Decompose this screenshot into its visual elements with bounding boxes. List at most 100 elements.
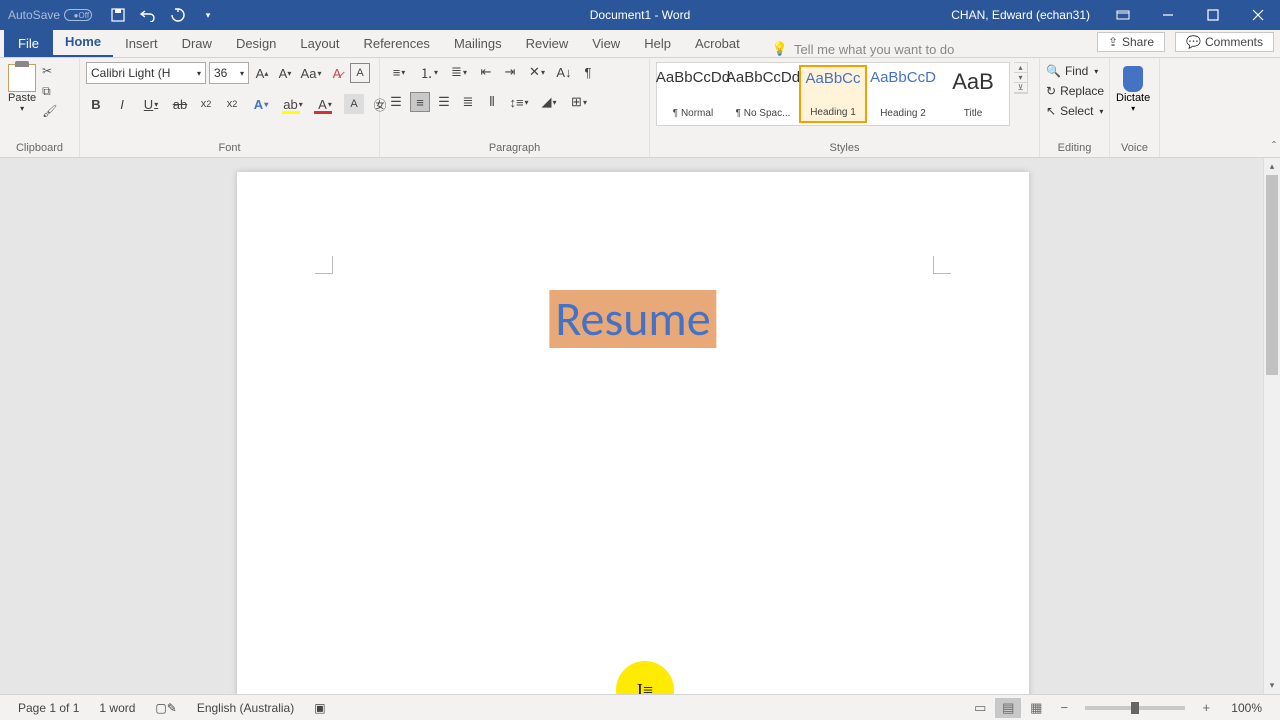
- collapse-ribbon-icon[interactable]: ˆ: [1272, 139, 1276, 153]
- scroll-thumb[interactable]: [1266, 175, 1278, 375]
- tab-acrobat[interactable]: Acrobat: [683, 31, 752, 57]
- tab-file[interactable]: File: [4, 30, 53, 57]
- styles-up-icon[interactable]: ▴: [1014, 63, 1027, 73]
- highlight-color-button[interactable]: ab▾: [280, 94, 306, 114]
- status-bar: Page 1 of 1 1 word ▢✎ English (Australia…: [0, 694, 1280, 720]
- asian-layout-button[interactable]: ✕▾: [524, 62, 550, 82]
- paste-label: Paste: [8, 92, 36, 104]
- character-border-button[interactable]: A: [350, 63, 370, 83]
- close-button[interactable]: [1235, 0, 1280, 30]
- vertical-scrollbar[interactable]: ▴ ▾: [1263, 158, 1280, 694]
- autosave-switch[interactable]: ● Off: [64, 9, 92, 21]
- print-layout-button[interactable]: ▤: [995, 698, 1021, 718]
- select-button[interactable]: ↖Select▾: [1046, 102, 1103, 120]
- undo-icon[interactable]: [140, 7, 156, 23]
- clear-formatting-button[interactable]: A̷: [327, 63, 347, 83]
- numbering-button[interactable]: ⒈▾: [416, 62, 442, 82]
- read-mode-button[interactable]: ▭: [967, 698, 993, 718]
- paste-button[interactable]: Paste ▾: [6, 62, 38, 115]
- comments-button[interactable]: 💬Comments: [1175, 32, 1274, 52]
- minimize-button[interactable]: [1145, 0, 1190, 30]
- zoom-thumb[interactable]: [1131, 702, 1139, 714]
- autosave-toggle[interactable]: AutoSave ● Off: [0, 8, 100, 22]
- shrink-font-button[interactable]: A▾: [275, 63, 295, 83]
- line-spacing-button[interactable]: ↕≡▾: [506, 92, 532, 112]
- tab-design[interactable]: Design: [224, 31, 288, 57]
- decrease-indent-button[interactable]: ⇤: [476, 62, 496, 82]
- heading-text-selected[interactable]: Resume: [549, 290, 716, 348]
- page[interactable]: Resume: [237, 172, 1029, 694]
- spell-check-icon[interactable]: ▢✎: [145, 701, 186, 715]
- tab-review[interactable]: Review: [514, 31, 581, 57]
- dictate-button[interactable]: Dictate ▾: [1116, 62, 1150, 113]
- align-right-button[interactable]: ☰: [434, 92, 454, 112]
- quick-access-toolbar: ▾: [100, 7, 226, 23]
- font-color-button[interactable]: A▾: [312, 94, 338, 114]
- tell-me-search[interactable]: 💡 Tell me what you want to do: [772, 41, 955, 57]
- style-heading-2[interactable]: AaBbCcDHeading 2: [869, 65, 937, 123]
- styles-more-icon[interactable]: ⊻: [1014, 83, 1027, 93]
- style-no-spacing[interactable]: AaBbCcDd¶ No Spac...: [729, 65, 797, 123]
- bullets-button[interactable]: ≡▾: [386, 62, 412, 82]
- tab-help[interactable]: Help: [632, 31, 683, 57]
- styles-down-icon[interactable]: ▾: [1014, 73, 1027, 83]
- styles-gallery-scroll[interactable]: ▴▾⊻: [1014, 62, 1028, 94]
- format-painter-icon[interactable]: 🖌: [42, 104, 60, 120]
- language[interactable]: English (Australia): [187, 701, 304, 715]
- scroll-down-icon[interactable]: ▾: [1264, 677, 1280, 694]
- change-case-button[interactable]: Aa▾: [298, 63, 324, 83]
- word-count[interactable]: 1 word: [89, 701, 145, 715]
- sort-button[interactable]: A↓: [554, 62, 574, 82]
- redo-icon[interactable]: [170, 7, 186, 23]
- find-button[interactable]: 🔍Find▾: [1046, 62, 1098, 80]
- tab-insert[interactable]: Insert: [113, 31, 170, 57]
- show-marks-button[interactable]: ¶: [578, 62, 598, 82]
- scroll-up-icon[interactable]: ▴: [1264, 158, 1280, 175]
- tab-mailings[interactable]: Mailings: [442, 31, 514, 57]
- page-number[interactable]: Page 1 of 1: [8, 701, 89, 715]
- replace-button[interactable]: ↻Replace: [1046, 82, 1104, 100]
- align-center-button[interactable]: ≡: [410, 92, 430, 112]
- macro-icon[interactable]: ▣: [304, 701, 335, 715]
- strikethrough-button[interactable]: ab: [170, 94, 190, 114]
- copy-icon[interactable]: ⧉: [42, 84, 60, 100]
- subscript-button[interactable]: x2: [196, 94, 216, 114]
- increase-indent-button[interactable]: ⇥: [500, 62, 520, 82]
- save-icon[interactable]: [110, 7, 126, 23]
- tab-home[interactable]: Home: [53, 29, 113, 57]
- text-effects-button[interactable]: A▾: [248, 94, 274, 114]
- ribbon-display-icon[interactable]: [1100, 0, 1145, 30]
- borders-button[interactable]: ⊞▾: [566, 92, 592, 112]
- shading-button[interactable]: ◢▾: [536, 92, 562, 112]
- font-name-combo[interactable]: Calibri Light (H▾: [86, 62, 206, 84]
- tab-view[interactable]: View: [580, 31, 632, 57]
- grow-font-button[interactable]: A▴: [252, 63, 272, 83]
- multilevel-list-button[interactable]: ≣▾: [446, 62, 472, 82]
- style-title[interactable]: AaBTitle: [939, 65, 1007, 123]
- tab-draw[interactable]: Draw: [170, 31, 224, 57]
- superscript-button[interactable]: x2: [222, 94, 242, 114]
- italic-button[interactable]: I: [112, 94, 132, 114]
- style-normal[interactable]: AaBbCcDd¶ Normal: [659, 65, 727, 123]
- zoom-level[interactable]: 100%: [1221, 701, 1272, 715]
- character-shading-button[interactable]: A: [344, 94, 364, 114]
- bold-button[interactable]: B: [86, 94, 106, 114]
- share-button[interactable]: ⇪Share: [1097, 32, 1165, 52]
- distributed-button[interactable]: ⫴: [482, 92, 502, 112]
- tab-layout[interactable]: Layout: [288, 31, 351, 57]
- font-size-combo[interactable]: 36▾: [209, 62, 249, 84]
- underline-button[interactable]: U▾: [138, 94, 164, 114]
- tab-references[interactable]: References: [351, 31, 441, 57]
- zoom-out-button[interactable]: −: [1051, 698, 1077, 718]
- align-left-button[interactable]: ☰: [386, 92, 406, 112]
- maximize-button[interactable]: [1190, 0, 1235, 30]
- replace-icon: ↻: [1046, 84, 1056, 98]
- web-layout-button[interactable]: ▦: [1023, 698, 1049, 718]
- user-name[interactable]: CHAN, Edward (echan31): [951, 8, 1100, 22]
- zoom-slider[interactable]: [1085, 706, 1185, 710]
- style-heading-1[interactable]: AaBbCcHeading 1: [799, 65, 867, 123]
- qat-customize-icon[interactable]: ▾: [200, 7, 216, 23]
- zoom-in-button[interactable]: +: [1193, 698, 1219, 718]
- cut-icon[interactable]: ✂: [42, 64, 60, 80]
- justify-button[interactable]: ≣: [458, 92, 478, 112]
